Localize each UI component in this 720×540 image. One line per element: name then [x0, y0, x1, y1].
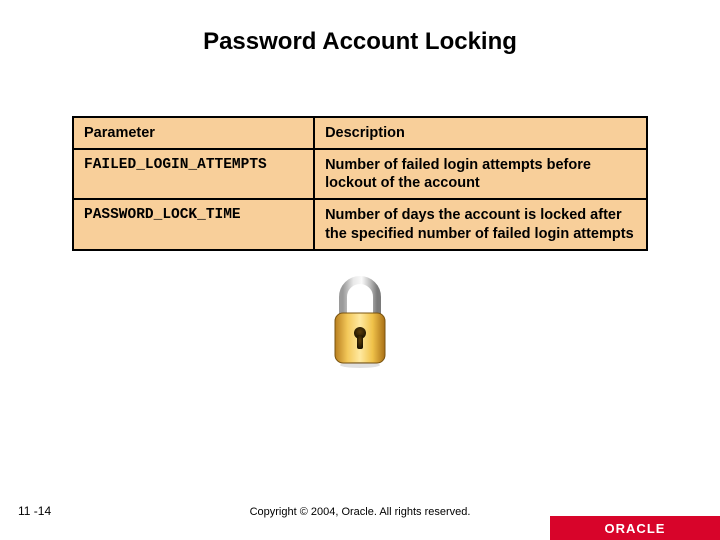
oracle-brand-bar: ORACLE — [550, 516, 720, 540]
lock-illustration — [0, 273, 720, 373]
header-description: Description — [314, 117, 647, 149]
table-header-row: Parameter Description — [73, 117, 647, 149]
table-row: FAILED_LOGIN_ATTEMPTS Number of failed l… — [73, 149, 647, 199]
slide-footer: 11 -14 Copyright © 2004, Oracle. All rig… — [0, 504, 720, 540]
cell-parameter: PASSWORD_LOCK_TIME — [73, 199, 314, 249]
cell-description: Number of days the account is locked aft… — [314, 199, 647, 249]
header-parameter: Parameter — [73, 117, 314, 149]
oracle-logo: ORACLE — [605, 521, 666, 536]
parameter-table: Parameter Description FAILED_LOGIN_ATTEM… — [72, 116, 648, 251]
cell-description: Number of failed login attempts before l… — [314, 149, 647, 199]
cell-parameter: FAILED_LOGIN_ATTEMPTS — [73, 149, 314, 199]
lock-icon — [325, 273, 395, 368]
slide-title: Password Account Locking — [0, 0, 720, 56]
table-row: PASSWORD_LOCK_TIME Number of days the ac… — [73, 199, 647, 249]
parameter-table-wrap: Parameter Description FAILED_LOGIN_ATTEM… — [72, 116, 648, 251]
